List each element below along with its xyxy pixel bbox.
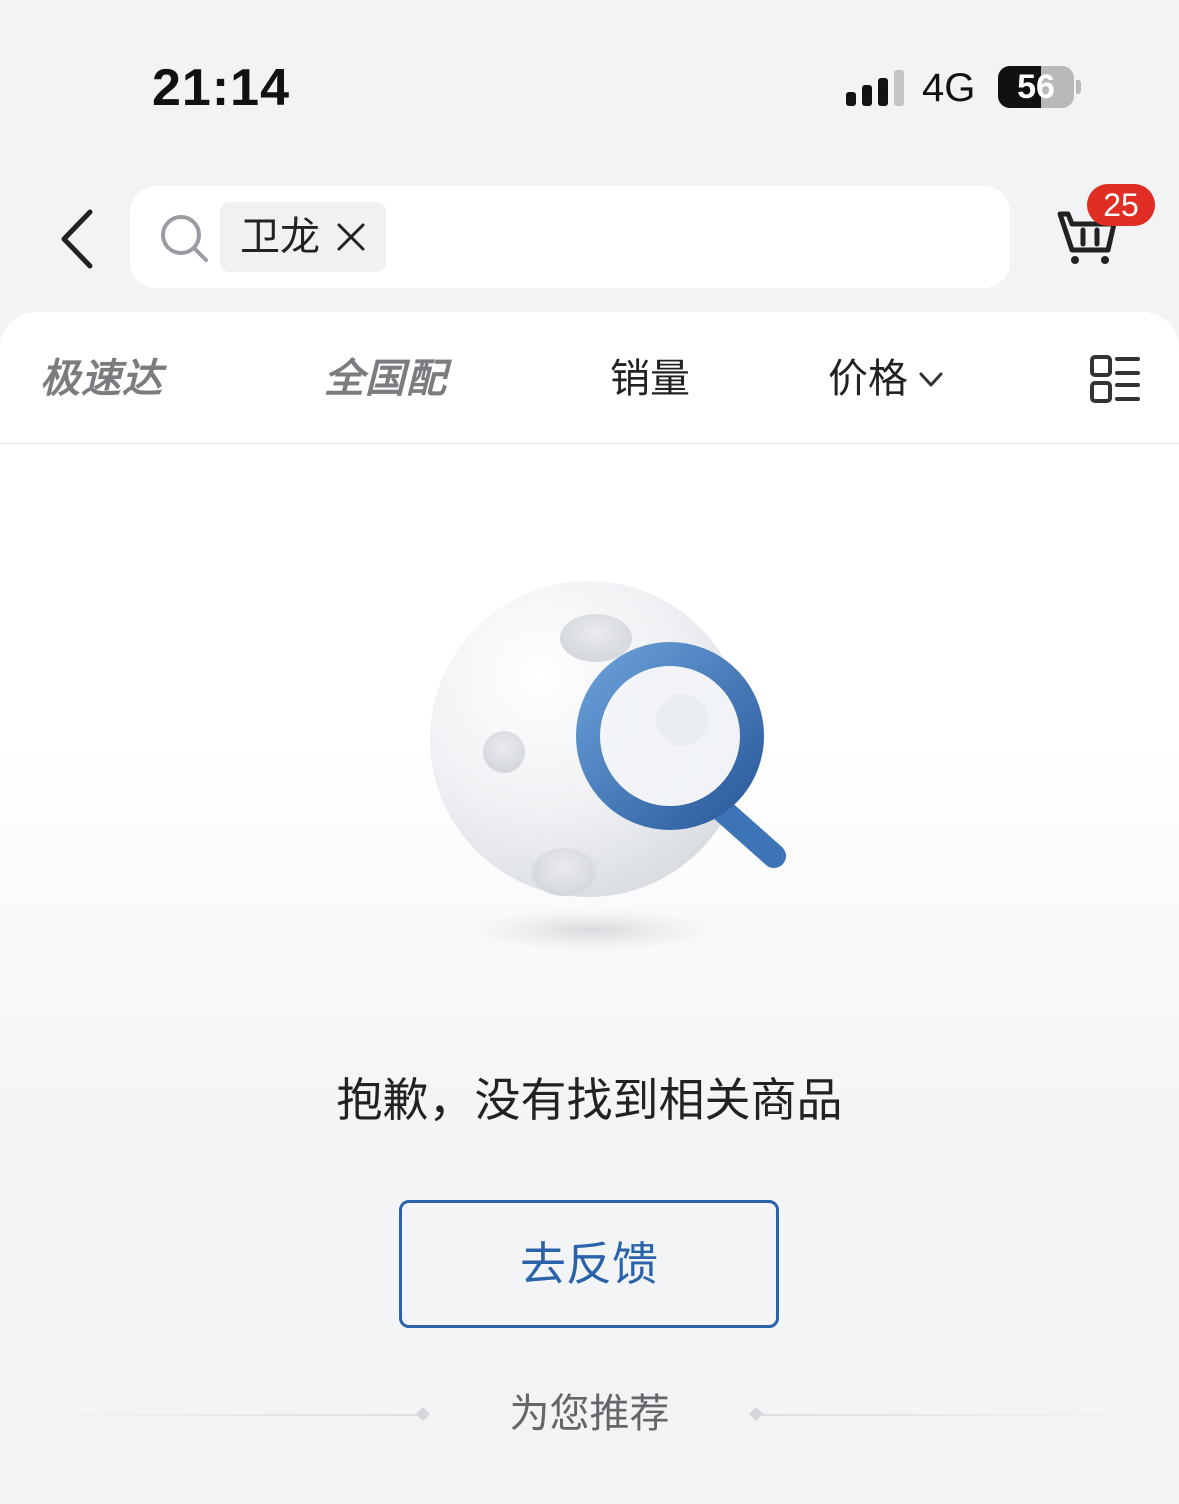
close-icon[interactable] — [336, 222, 366, 252]
list-layout-icon[interactable] — [1089, 354, 1141, 404]
filter-express[interactable]: 极速达 — [40, 354, 163, 404]
back-icon — [61, 209, 93, 269]
filter-nationwide[interactable]: 全国配 — [324, 354, 447, 404]
status-bar: 21:14 4G 56 — [0, 0, 1179, 170]
network-label: 4G — [922, 66, 976, 110]
cart-badge: 25 — [1087, 184, 1155, 226]
search-box[interactable]: 卫龙 — [130, 186, 1010, 288]
search-icon — [161, 215, 208, 262]
sort-price[interactable]: 价格 — [828, 354, 908, 404]
battery-icon: 56 — [998, 66, 1074, 108]
chevron-down-icon[interactable] — [918, 370, 944, 390]
feedback-button[interactable]: 去反馈 — [399, 1200, 779, 1328]
empty-search-illustration — [430, 581, 786, 952]
status-time: 21:14 — [152, 59, 290, 117]
empty-message: 抱歉，没有找到相关商品 — [336, 1073, 843, 1127]
back-button[interactable] — [52, 206, 108, 272]
search-keyword: 卫龙 — [240, 214, 320, 260]
divider-line-right — [760, 1414, 1120, 1416]
sort-sales[interactable]: 销量 — [610, 354, 690, 404]
battery-tip — [1076, 80, 1081, 94]
signal-icon — [846, 70, 906, 106]
battery-level: 56 — [1017, 67, 1055, 106]
recommend-divider: 为您推荐 — [0, 1384, 1179, 1444]
search-keyword-chip[interactable]: 卫龙 — [220, 202, 386, 272]
empty-state: 抱歉，没有找到相关商品 去反馈 为您推荐 — [0, 444, 1179, 1504]
filter-bar: 极速达 全国配 销量 价格 — [0, 312, 1179, 444]
